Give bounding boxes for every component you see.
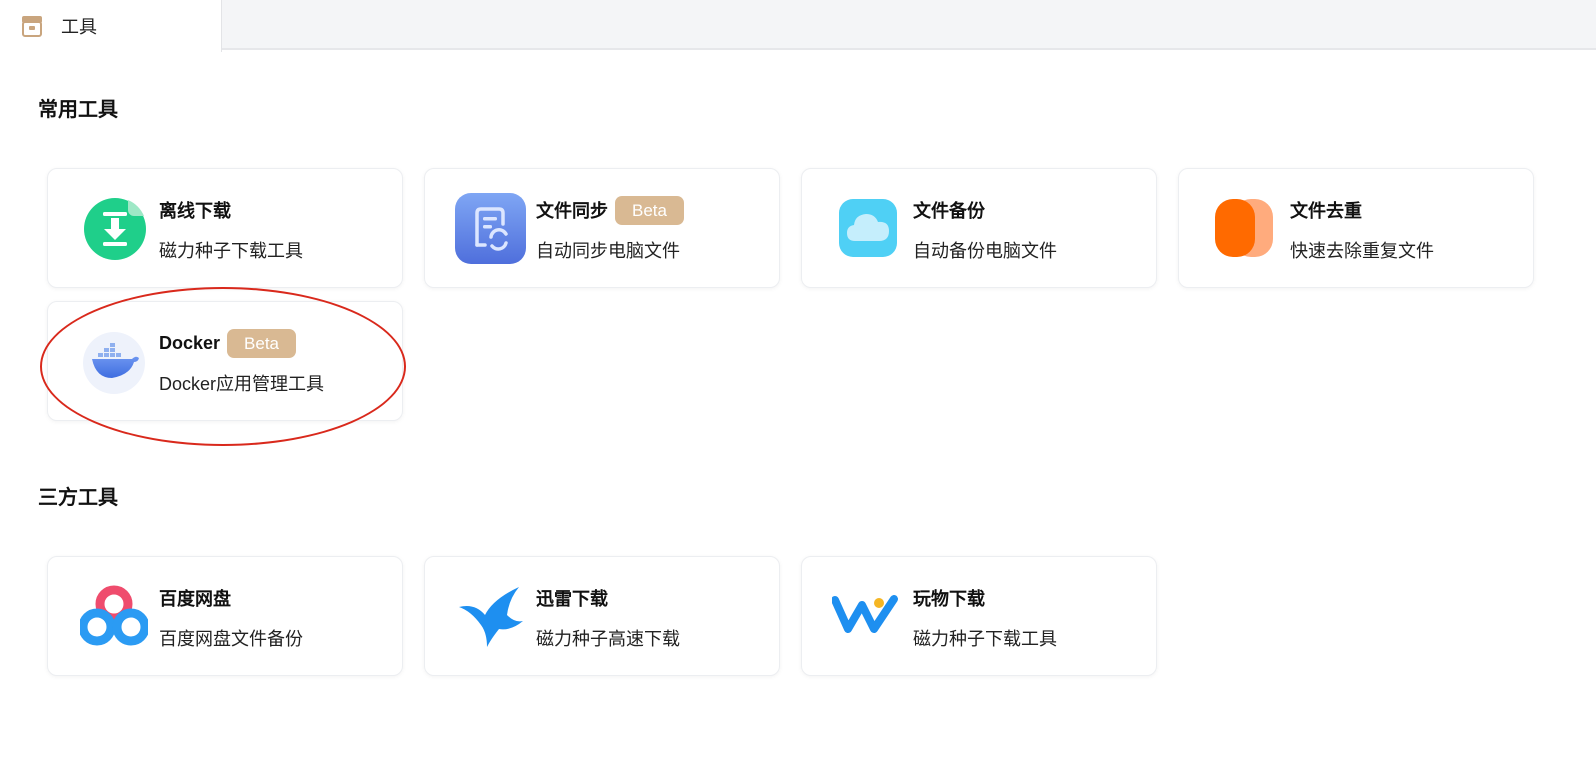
tool-card-file-backup[interactable]: 文件备份 自动备份电脑文件 [801,168,1157,288]
dedup-icon [1215,199,1273,257]
card-description: 磁力种子下载工具 [913,629,1057,649]
card-title: 文件去重 [1290,201,1362,221]
tool-card-file-dedup[interactable]: 文件去重 快速去除重复文件 [1178,168,1534,288]
xunlei-bird-icon [459,587,523,647]
card-title: 迅雷下载 [536,589,608,609]
tool-card-docker[interactable]: Docker Beta Docker应用管理工具 [47,301,403,421]
section-title-third-party: 三方工具 [38,487,118,509]
toolbox-icon [22,16,42,37]
card-description: 磁力种子高速下载 [536,629,680,649]
cloud-icon [839,199,897,257]
tab-tools[interactable]: 工具 [0,0,222,52]
card-title: 玩物下载 [913,589,985,609]
tab-label: 工具 [61,17,97,37]
card-description: 自动备份电脑文件 [913,241,1057,261]
tool-card-baidu-netdisk[interactable]: 百度网盘 百度网盘文件备份 [47,556,403,676]
top-tab-bar: 工具 [0,0,1596,52]
tool-card-wanwu[interactable]: 玩物下载 磁力种子下载工具 [801,556,1157,676]
tool-card-file-sync[interactable]: 文件同步 Beta 自动同步电脑文件 [424,168,780,288]
file-sync-icon [455,193,526,264]
tool-card-xunlei[interactable]: 迅雷下载 磁力种子高速下载 [424,556,780,676]
card-title: Docker [159,332,221,353]
card-description: 百度网盘文件备份 [159,629,303,649]
card-title: 百度网盘 [159,589,231,609]
docker-icon [83,332,145,394]
card-description: 自动同步电脑文件 [536,241,680,261]
card-title: 文件备份 [913,201,985,221]
card-description: Docker应用管理工具 [159,374,325,394]
card-title: 文件同步 [536,201,608,221]
baidu-netdisk-icon [80,585,148,646]
card-title: 离线下载 [159,201,231,221]
tool-card-offline-download[interactable]: 离线下载 磁力种子下载工具 [47,168,403,288]
wanwu-icon [832,595,898,633]
beta-badge: Beta [227,328,297,358]
card-description: 磁力种子下载工具 [159,241,303,261]
beta-badge: Beta [615,195,684,225]
download-icon [84,198,146,260]
card-description: 快速去除重复文件 [1290,241,1434,261]
section-title-common: 常用工具 [38,99,118,121]
